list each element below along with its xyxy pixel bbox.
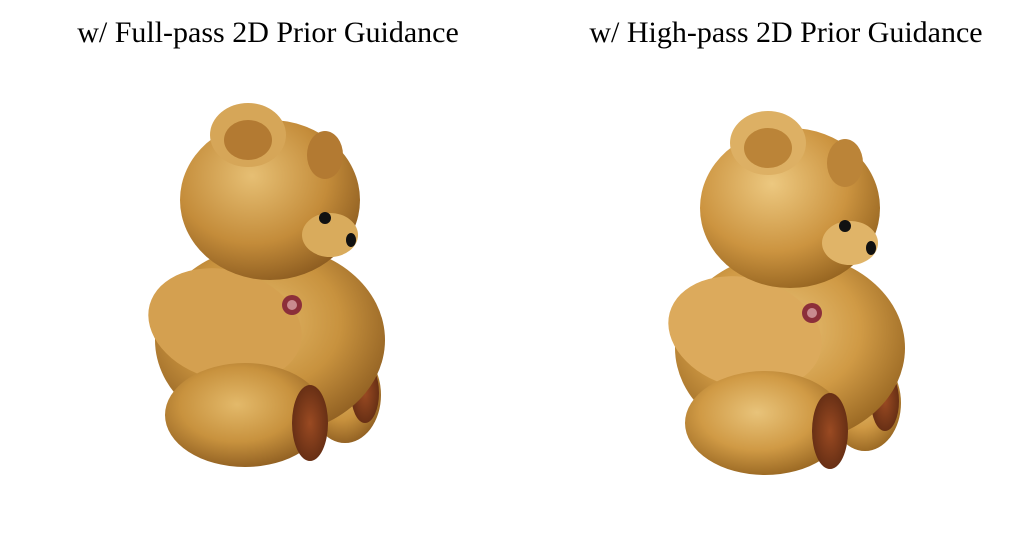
panel-caption: w/ High-pass 2D Prior Guidance	[589, 16, 983, 49]
panel-full-pass: w/ Full-pass 2D Prior Guidance	[0, 0, 512, 542]
teddy-bear-image	[668, 111, 905, 475]
teddy-bear-image	[148, 103, 385, 467]
panel-caption: w/ Full-pass 2D Prior Guidance	[77, 16, 459, 49]
panel-high-pass: w/ High-pass 2D Prior Guidance	[512, 0, 1024, 542]
